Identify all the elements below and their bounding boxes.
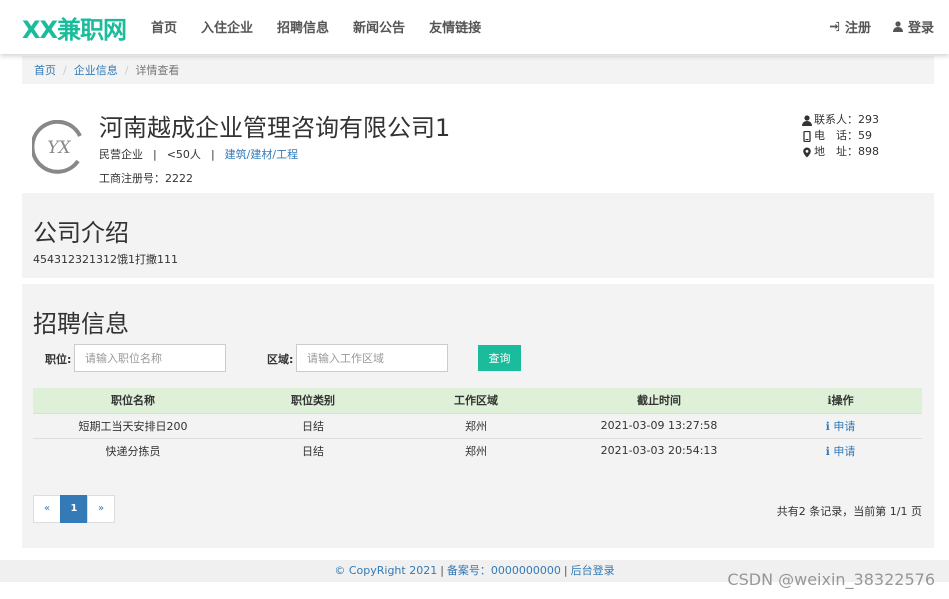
company-intro-panel: 公司介绍 454312321312饿1打撒111 bbox=[22, 193, 934, 278]
admin-login-link[interactable]: 后台登录 bbox=[571, 564, 615, 577]
job-search-form: 职位: 区域: 查询 bbox=[22, 344, 934, 374]
page-prev-button[interactable]: « bbox=[33, 495, 61, 523]
company-logo: YX bbox=[32, 120, 82, 174]
breadcrumb: 首页 / 企业信息 / 详情查看 bbox=[22, 56, 934, 84]
area-label: 区域: bbox=[267, 353, 294, 366]
jobs-title: 招聘信息 bbox=[33, 310, 129, 338]
position-input[interactable] bbox=[74, 344, 226, 372]
nav-friend-links[interactable]: 友情链接 bbox=[429, 17, 481, 36]
contact-phone: 电 话： 59 bbox=[802, 128, 879, 144]
job-name: 快递分拣员 bbox=[33, 437, 233, 463]
company-contact: 联系人： 293 电 话： 59 地 址： 898 bbox=[802, 112, 879, 160]
breadcrumb-separator: / bbox=[63, 64, 67, 77]
table-header-row: 职位名称 职位类别 工作区域 截止时间 ℹ操作 bbox=[33, 388, 922, 413]
breadcrumb-home[interactable]: 首页 bbox=[34, 64, 56, 77]
column-header: 截止时间 bbox=[559, 388, 759, 413]
job-category: 日结 bbox=[233, 412, 393, 438]
page-next-button[interactable]: » bbox=[87, 495, 115, 523]
navbar: XX兼职网 首页 入住企业 招聘信息 新闻公告 友情链接 注册 登录 bbox=[0, 0, 949, 54]
job-action: ℹ 申请 bbox=[759, 437, 922, 463]
intro-text: 454312321312饿1打撒111 bbox=[33, 253, 178, 266]
footer-copyright: © CopyRight 2021 bbox=[334, 564, 438, 577]
job-area: 郑州 bbox=[393, 437, 559, 463]
apply-link[interactable]: ℹ 申请 bbox=[826, 420, 856, 433]
svg-text:YX: YX bbox=[47, 138, 71, 158]
breadcrumb-separator: / bbox=[124, 64, 129, 77]
jobs-panel: 招聘信息 职位: 区域: 查询 职位名称 职位类别 工作区域 截止时间 ℹ操作 … bbox=[22, 284, 934, 548]
job-category: 日结 bbox=[233, 437, 393, 463]
register-link[interactable]: 注册 bbox=[829, 17, 871, 36]
search-button[interactable]: 查询 bbox=[478, 345, 521, 371]
user-icon bbox=[892, 21, 903, 32]
breadcrumb-company-info[interactable]: 企业信息 bbox=[74, 64, 118, 77]
job-action: ℹ 申请 bbox=[759, 412, 922, 438]
breadcrumb-current: 详情查看 bbox=[135, 64, 180, 77]
job-area: 郑州 bbox=[393, 412, 559, 438]
user-icon bbox=[802, 114, 812, 126]
nav-news[interactable]: 新闻公告 bbox=[353, 17, 405, 36]
position-label: 职位: bbox=[45, 353, 72, 366]
contact-person: 联系人： 293 bbox=[802, 112, 879, 128]
brand-logo[interactable]: XX兼职网 bbox=[22, 10, 127, 45]
job-deadline: 2021-03-03 20:54:13 bbox=[559, 437, 759, 463]
column-header: ℹ操作 bbox=[759, 388, 922, 413]
page-info: 共有2 条记录，当前第 1/1 页 bbox=[776, 505, 922, 518]
table-row: 短期工当天安排日200 日结 郑州 2021-03-09 13:27:58 ℹ … bbox=[33, 412, 922, 438]
nav-jobs[interactable]: 招聘信息 bbox=[277, 17, 329, 36]
jobs-table: 职位名称 职位类别 工作区域 截止时间 ℹ操作 短期工当天安排日200 日结 郑… bbox=[33, 388, 922, 463]
map-marker-icon bbox=[803, 147, 811, 157]
job-name: 短期工当天安排日200 bbox=[33, 412, 233, 438]
company-header: YX 河南越成企业管理咨询有限公司1 民营企业 | <50人 | 建筑/建材/工程 工商… bbox=[22, 96, 934, 190]
register-label: 注册 bbox=[844, 21, 871, 36]
nav-right: 注册 登录 bbox=[807, 17, 934, 36]
pagination: « 1 » bbox=[33, 495, 115, 523]
company-industry-link[interactable]: 建筑/建材/工程 bbox=[225, 148, 298, 161]
area-input[interactable] bbox=[296, 344, 448, 372]
column-header: 职位类别 bbox=[233, 388, 393, 413]
company-registration: 工商注册号：2222 bbox=[99, 170, 193, 186]
mobile-phone-icon bbox=[803, 130, 811, 142]
watermark: CSDN @weixin_38322576 bbox=[727, 570, 935, 589]
company-size: <50人 bbox=[166, 148, 201, 161]
nav-companies[interactable]: 入住企业 bbox=[201, 17, 253, 36]
login-label: 登录 bbox=[907, 21, 934, 36]
intro-title: 公司介绍 bbox=[33, 219, 129, 247]
company-type: 民营企业 bbox=[99, 148, 143, 161]
registration-label: 工商注册号： bbox=[99, 172, 165, 185]
page-current-button[interactable]: 1 bbox=[60, 495, 88, 523]
contact-address: 地 址： 898 bbox=[802, 144, 879, 160]
footer-record: 备案号：0000000000 bbox=[446, 564, 561, 577]
nav-links: 首页 入住企业 招聘信息 新闻公告 友情链接 bbox=[151, 17, 505, 36]
company-meta: 民营企业 | <50人 | 建筑/建材/工程 bbox=[99, 148, 299, 161]
login-link[interactable]: 登录 bbox=[892, 17, 934, 36]
nav-home[interactable]: 首页 bbox=[151, 17, 177, 36]
apply-link[interactable]: ℹ 申请 bbox=[826, 445, 856, 458]
registration-value: 2222 bbox=[165, 172, 193, 185]
column-header: 工作区域 bbox=[393, 388, 559, 413]
column-header: 职位名称 bbox=[33, 388, 233, 413]
table-row: 快递分拣员 日结 郑州 2021-03-03 20:54:13 ℹ 申请 bbox=[33, 437, 922, 463]
sign-in-icon bbox=[829, 21, 840, 32]
job-deadline: 2021-03-09 13:27:58 bbox=[559, 412, 759, 438]
company-name: 河南越成企业管理咨询有限公司1 bbox=[99, 114, 451, 142]
